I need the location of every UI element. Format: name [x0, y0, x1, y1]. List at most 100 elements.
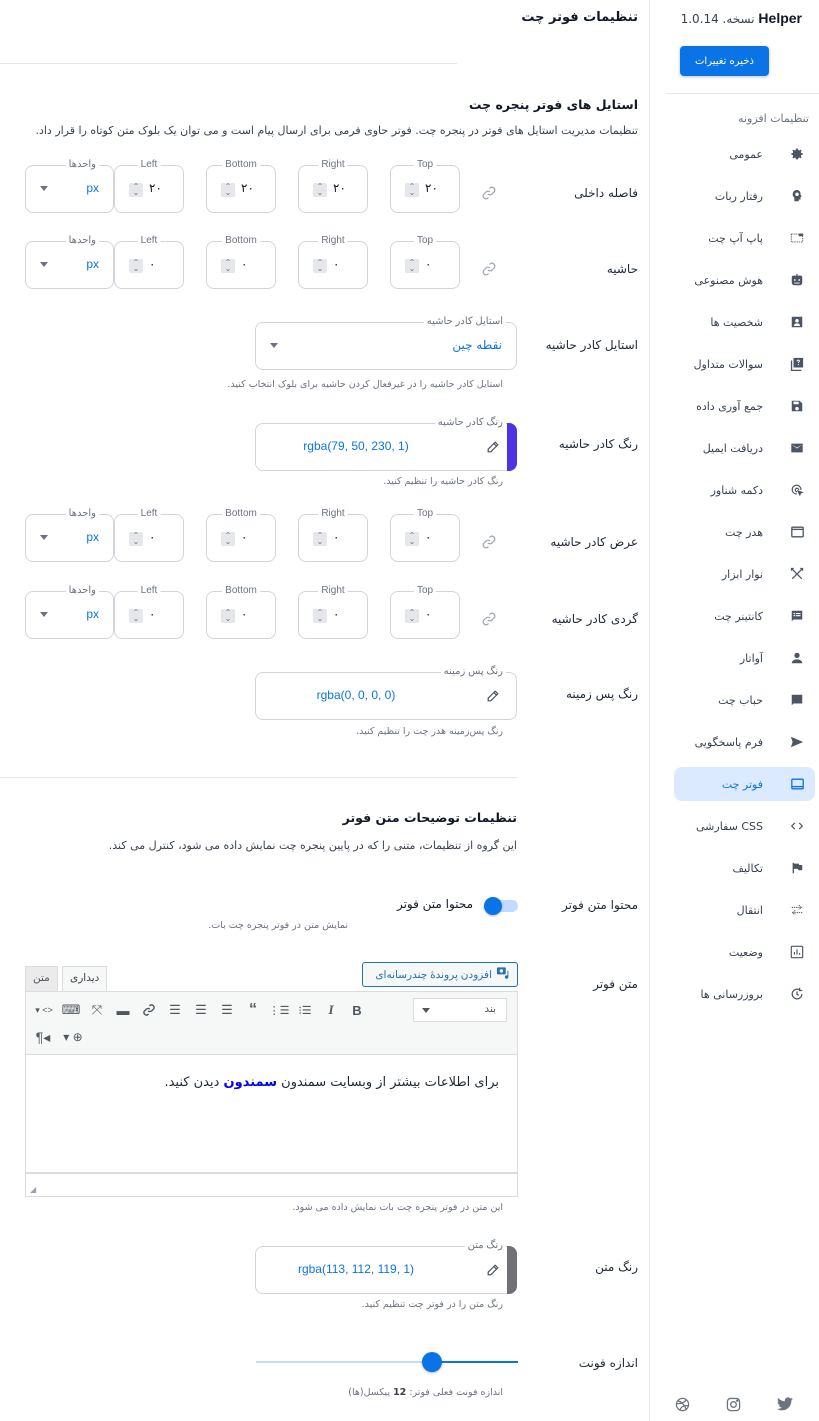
spinner-icon[interactable]: ⌃ ⌄ [221, 183, 235, 197]
border-style-select[interactable]: استایل کادر حاشیه نقطه چین [255, 315, 517, 370]
bold-icon[interactable]: B [346, 999, 368, 1021]
spinner-icon[interactable]: ⌃ ⌄ [313, 183, 327, 197]
align-left-icon[interactable]: ☰ [216, 999, 238, 1021]
editor-text-link[interactable]: سمندون [224, 1075, 278, 1090]
sidebar-section-label: تنظیمات افزونه [738, 112, 809, 125]
unit-select[interactable]: واحدها px [25, 158, 114, 213]
resize-handle-icon[interactable]: ◢ [30, 1185, 36, 1194]
bullet-list-icon[interactable]: ⁝☰ [294, 999, 316, 1021]
sidebar-item-update[interactable]: بروزرسانی ها [674, 973, 815, 1015]
left-value-input[interactable]: Left ⌃ ⌄ ۲۰ [114, 158, 184, 213]
align-right-icon[interactable]: ☰ [164, 999, 186, 1021]
sidebar-item-floppy-disk[interactable]: جمع آوری داده [674, 385, 815, 427]
paragraph-direction-icon[interactable]: ¶◂ [32, 1026, 54, 1048]
add-media-button[interactable]: افزودن پروندهٔ چندرسانه‌ای [362, 962, 518, 987]
bg-color-field[interactable]: رنگ پس زمینه rgba(0, 0, 0, 0) [255, 665, 517, 720]
fullscreen-icon[interactable]: ⤧ [86, 999, 108, 1021]
unit-select[interactable]: واحدها px [25, 234, 114, 289]
sidebar-item-person-card[interactable]: شخصیت ها [674, 301, 815, 343]
sidebar-item-code[interactable]: CSS سفارشی [674, 805, 815, 847]
blockquote-icon[interactable]: “ [242, 999, 264, 1021]
sidebar-item-gear[interactable]: عمومی [674, 133, 815, 175]
bottom-value-input[interactable]: Bottom ⌃ ⌄ ۲۰ [206, 158, 276, 213]
link-values-icon[interactable] [481, 261, 497, 277]
link-values-icon[interactable] [481, 611, 497, 627]
spinner-icon[interactable]: ⌃ ⌄ [405, 183, 419, 197]
sidebar-item-chat-bubble[interactable]: حباب چت [674, 679, 815, 721]
spinner-icon[interactable]: ⌃ ⌄ [313, 609, 327, 623]
left-value-input[interactable]: Left ⌃ ⌄ ۰ [114, 584, 184, 639]
sidebar-item-faq[interactable]: سوالات متداول [674, 343, 815, 385]
left-value-input[interactable]: Left ⌃ ⌄ ۰ [114, 234, 184, 289]
spinner-icon[interactable]: ⌃ ⌄ [129, 609, 143, 623]
sidebar-item-robot[interactable]: هوش مصنوعی [674, 259, 815, 301]
keyboard-icon[interactable]: ⌨ [60, 999, 82, 1021]
eyedropper-icon[interactable] [486, 1262, 500, 1276]
spinner-icon[interactable]: ⌃ ⌄ [313, 532, 327, 546]
align-center-icon[interactable]: ☰ [190, 999, 212, 1021]
top-value-input[interactable]: Top ⌃ ⌄ ۲۰ [390, 158, 460, 213]
unit-select[interactable]: واحدها px [25, 584, 114, 639]
top-value-input[interactable]: Top ⌃ ⌄ ۰ [390, 507, 460, 562]
dribbble-icon[interactable] [674, 1395, 692, 1413]
link-values-icon[interactable] [481, 534, 497, 550]
save-changes-button[interactable]: ذخیره تغییرات [680, 46, 769, 76]
unit-select[interactable]: واحدها px [25, 507, 114, 562]
sidebar-item-send[interactable]: فرم پاسخگویی [674, 721, 815, 763]
bottom-value-input[interactable]: Bottom ⌃ ⌄ ۰ [206, 234, 276, 289]
left-value-input[interactable]: Left ⌃ ⌄ ۰ [114, 507, 184, 562]
link-values-icon[interactable] [481, 185, 497, 201]
spinner-icon[interactable]: ⌃ ⌄ [129, 259, 143, 273]
format-select[interactable]: بند [413, 998, 507, 1022]
sidebar-item-window[interactable]: هدر چت [674, 511, 815, 553]
text-color-swatch[interactable] [507, 1246, 517, 1294]
sidebar-item-cursor-click[interactable]: دکمه شناور [674, 469, 815, 511]
right-value-input[interactable]: Right ⌃ ⌄ ۰ [298, 234, 368, 289]
editor-content[interactable]: برای اطلاعات بیشتر از وبسایت سمندون سمند… [25, 1055, 518, 1173]
spinner-icon[interactable]: ⌃ ⌄ [405, 609, 419, 623]
spinner-icon[interactable]: ⌃ ⌄ [221, 609, 235, 623]
border-color-field[interactable]: رنگ کادر حاشیه rgba(79, 50, 230, 1) [255, 416, 517, 471]
top-value-input[interactable]: Top ⌃ ⌄ ۰ [390, 584, 460, 639]
right-value-input[interactable]: Right ⌃ ⌄ ۲۰ [298, 158, 368, 213]
sidebar-item-chart[interactable]: وضعیت [674, 931, 815, 973]
tab-visual[interactable]: دیداری [62, 966, 108, 991]
footer-content-toggle[interactable] [484, 897, 518, 915]
sidebar-item-footer[interactable]: فوتر چت [674, 767, 815, 801]
spinner-icon[interactable]: ⌃ ⌄ [129, 532, 143, 546]
sidebar-item-chat-container[interactable]: کانتینر چت [674, 595, 815, 637]
spinner-icon[interactable]: ⌃ ⌄ [221, 259, 235, 273]
spinner-icon[interactable]: ⌃ ⌄ [405, 532, 419, 546]
twitter-icon[interactable] [776, 1395, 794, 1413]
sidebar-item-envelope[interactable]: دریافت ایمیل [674, 427, 815, 469]
spinner-icon[interactable]: ⌃ ⌄ [405, 259, 419, 273]
insert-plus-icon[interactable]: ▾ ⊕ [58, 1026, 88, 1048]
sidebar-item-tools[interactable]: نوار ابزار [674, 553, 815, 595]
right-value-input[interactable]: Right ⌃ ⌄ ۰ [298, 584, 368, 639]
sidebar-item-brain[interactable]: رفتار ربات [674, 175, 815, 217]
sidebar-item-popup[interactable]: پاپ آپ چت [674, 217, 815, 259]
text-color-field[interactable]: رنگ متن rgba(113, 112, 119, 1) [255, 1239, 517, 1294]
border-color-swatch[interactable] [507, 423, 517, 471]
slider-thumb[interactable] [421, 1352, 442, 1372]
bottom-value-input[interactable]: Bottom ⌃ ⌄ ۰ [206, 507, 276, 562]
top-value-input[interactable]: Top ⌃ ⌄ ۰ [390, 234, 460, 289]
read-more-icon[interactable]: ▬ [112, 999, 134, 1021]
italic-icon[interactable]: I [320, 999, 342, 1021]
tab-text[interactable]: متن [25, 966, 58, 991]
sidebar-item-transfer[interactable]: انتقال [674, 889, 815, 931]
font-size-slider[interactable] [256, 1352, 518, 1372]
spinner-icon[interactable]: ⌃ ⌄ [129, 183, 143, 197]
spinner-icon[interactable]: ⌃ ⌄ [313, 259, 327, 273]
instagram-icon[interactable] [725, 1395, 743, 1413]
eyedropper-icon[interactable] [486, 439, 500, 453]
numbered-list-icon[interactable]: ⋮☰ [268, 999, 290, 1021]
spinner-icon[interactable]: ⌃ ⌄ [221, 532, 235, 546]
bottom-value-input[interactable]: Bottom ⌃ ⌄ ۰ [206, 584, 276, 639]
link-icon[interactable] [138, 999, 160, 1021]
right-value-input[interactable]: Right ⌃ ⌄ ۰ [298, 507, 368, 562]
code-toggle-button[interactable]: ▾ <> [32, 999, 56, 1021]
eyedropper-icon[interactable] [486, 688, 500, 702]
sidebar-item-flag[interactable]: تکالیف [674, 847, 815, 889]
sidebar-item-user[interactable]: آواتار [674, 637, 815, 679]
